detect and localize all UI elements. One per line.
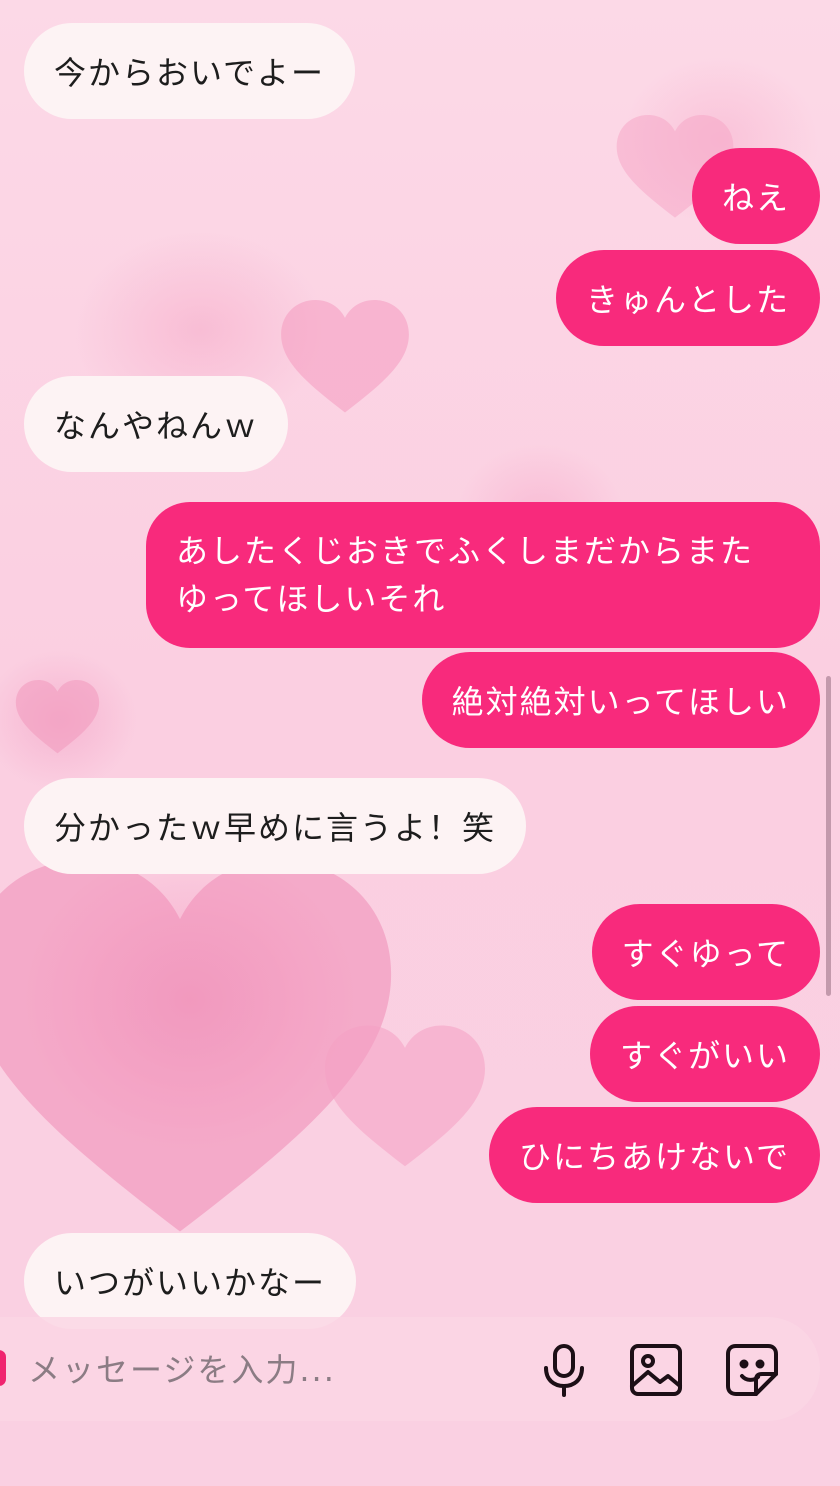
message-text: なんやねんｗ: [54, 407, 259, 445]
heart-decoration: [325, 1025, 485, 1170]
message-bubble-incoming[interactable]: いつがいいかなー: [24, 1233, 357, 1329]
message-text: すぐがいい: [619, 1037, 790, 1075]
message-bubble-outgoing[interactable]: 絶対絶対いってほしい: [421, 652, 820, 748]
image-icon[interactable]: [626, 1340, 686, 1400]
microphone-icon[interactable]: [534, 1340, 594, 1400]
sticker-icon[interactable]: [722, 1340, 782, 1400]
scrollbar[interactable]: [826, 676, 831, 996]
message-bubble-outgoing[interactable]: ひにちあけないで: [488, 1107, 820, 1203]
message-text: すぐゆって: [621, 935, 790, 973]
message-text-line: あしたくじおきでふくしまだからまた: [176, 532, 755, 570]
message-text: ねえ: [721, 179, 790, 217]
message-text: 絶対絶対いってほしい: [451, 683, 790, 721]
message-bubble-outgoing[interactable]: あしたくじおきでふくしまだからまた ゆってほしいそれ: [146, 502, 820, 648]
input-accent: [0, 1350, 6, 1386]
message-bubble-incoming[interactable]: 今からおいでよー: [24, 23, 356, 119]
message-text: いつがいいかなー: [54, 1264, 327, 1302]
message-bubble-outgoing[interactable]: すぐゆって: [591, 904, 820, 1000]
message-text: ひにちあけないで: [518, 1138, 790, 1176]
message-bubble-incoming[interactable]: なんやねんｗ: [24, 376, 289, 472]
message-text-line: ゆってほしいそれ: [176, 580, 447, 618]
message-bubble-outgoing[interactable]: すぐがいい: [589, 1006, 820, 1102]
message-input[interactable]: メッセージを入力...: [28, 1345, 336, 1391]
heart-decoration: [15, 680, 100, 755]
heart-decoration: [280, 300, 410, 415]
message-bubble-outgoing[interactable]: きゅんとした: [555, 250, 820, 346]
message-text: 今からおいでよー: [54, 54, 326, 92]
message-bubble-incoming[interactable]: 分かったｗ早めに言うよ！笑: [24, 778, 527, 874]
message-text: きゅんとした: [585, 281, 790, 319]
message-text: 分かったｗ早めに言うよ！笑: [54, 809, 497, 847]
message-bubble-outgoing[interactable]: ねえ: [691, 148, 820, 244]
